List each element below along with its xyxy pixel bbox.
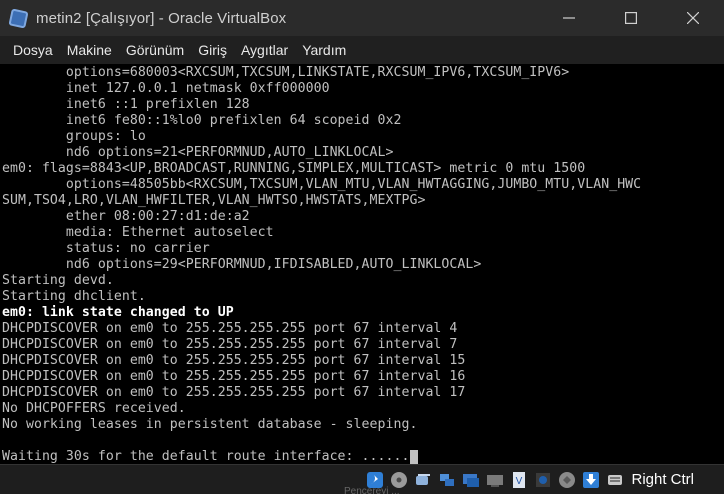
text-cursor [410,450,419,464]
display-icon[interactable] [484,469,506,491]
console-line: inet6 fe80::1%lo0 prefixlen 64 scopeid 0… [2,113,402,128]
console-line: Waiting 30s for the default route interf… [2,449,410,464]
console-line: No DHCPOFFERS received. [2,401,186,416]
close-button[interactable] [662,0,724,36]
console-line: DHCPDISCOVER on em0 to 255.255.255.255 p… [2,321,458,336]
shared-folders-icon[interactable] [460,469,482,491]
console-line: groups: lo [2,129,146,144]
console-line: options=48505bb<RXCSUM,TXCSUM,VLAN_MTU,V… [2,177,642,192]
console-line: ether 08:00:27:d1:de:a2 [2,209,250,224]
menu-gorunum[interactable]: Görünüm [119,36,191,64]
virtualbox-icon [8,7,30,29]
console-line: em0: flags=8843<UP,BROADCAST,RUNNING,SIM… [2,161,586,176]
keyboard-icon[interactable] [604,469,626,491]
maximize-button[interactable] [600,0,662,36]
console-line: DHCPDISCOVER on em0 to 255.255.255.255 p… [2,369,466,384]
mouse-integration-icon[interactable] [580,469,602,491]
console-line: options=680003<RXCSUM,TXCSUM,LINKSTATE,R… [2,65,570,80]
taskbar-tooltip-text: Pencereyi ... [344,486,400,494]
device-status-icons: V [364,467,628,493]
menu-makine[interactable]: Makine [60,36,119,64]
title-bar[interactable]: metin2 [Çalışıyor] - Oracle VirtualBox [0,0,724,36]
console-line: DHCPDISCOVER on em0 to 255.255.255.255 p… [2,385,466,400]
console-line: em0: link state changed to UP [2,305,234,320]
maximize-icon [625,12,637,24]
cpu-icon[interactable] [556,469,578,491]
minimize-icon [563,17,575,19]
console-line: Starting dhclient. [2,289,146,304]
vm-console[interactable]: options=680003<RXCSUM,TXCSUM,LINKSTATE,R… [0,64,724,464]
close-icon [687,12,699,24]
usb-icon[interactable]: V [508,469,530,491]
minimize-button[interactable] [538,0,600,36]
console-line: Starting devd. [2,273,114,288]
console-line: SUM,TSO4,LRO,VLAN_HWFILTER,VLAN_HWTSO,HW… [2,193,426,208]
console-line: inet6 ::1 prefixlen 128 [2,97,250,112]
audio-icon[interactable] [412,469,434,491]
menu-yardim[interactable]: Yardım [295,36,353,64]
console-line: DHCPDISCOVER on em0 to 255.255.255.255 p… [2,353,466,368]
window-controls [538,0,724,36]
console-line: inet 127.0.0.1 netmask 0xff000000 [2,81,330,96]
menu-bar: Dosya Makine Görünüm Giriş Aygıtlar Yard… [0,36,724,64]
console-line: nd6 options=29<PERFORMNUD,IFDISABLED,AUT… [2,257,482,272]
console-line: status: no carrier [2,241,210,256]
menu-dosya[interactable]: Dosya [6,36,60,64]
window-title: metin2 [Çalışıyor] - Oracle VirtualBox [36,9,287,27]
host-key-label: Right Ctrl [631,471,694,488]
console-line: media: Ethernet autoselect [2,225,274,240]
console-line: No working leases in persistent database… [2,417,418,432]
network-icon[interactable] [436,469,458,491]
console-line: nd6 options=21<PERFORMNUD,AUTO_LINKLOCAL… [2,145,394,160]
recording-icon[interactable] [532,469,554,491]
menu-giris[interactable]: Giriş [191,36,234,64]
menu-aygitlar[interactable]: Aygıtlar [234,36,295,64]
console-line: DHCPDISCOVER on em0 to 255.255.255.255 p… [2,337,458,352]
svg-text:V: V [516,476,523,487]
